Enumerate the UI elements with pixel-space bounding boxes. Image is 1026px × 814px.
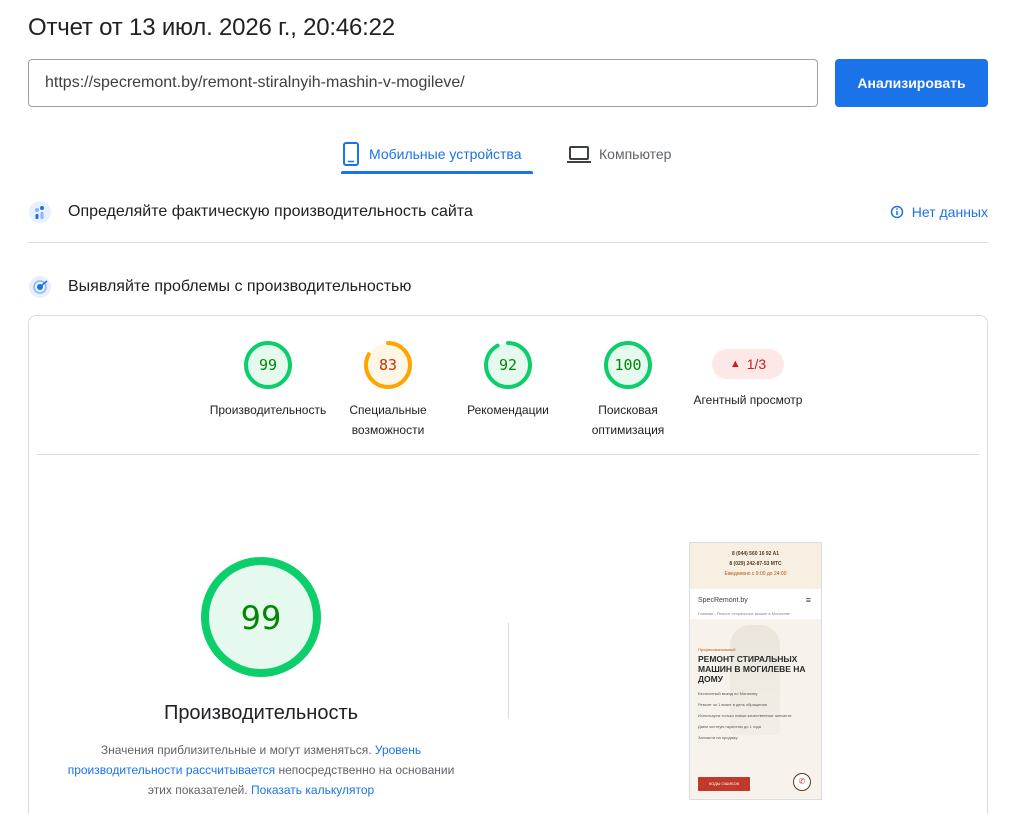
thumb-bullets: Бесплатный выезд по Могилеву Ремонт за 1… xyxy=(698,688,813,743)
performance-big-gauge: 99 xyxy=(201,557,321,677)
no-data-link[interactable]: Нет данных xyxy=(890,197,988,227)
thumb-phone: 8 (029) 242-87-53 МТС xyxy=(729,561,782,567)
score-gauge: 83 xyxy=(364,341,412,389)
laptop-icon xyxy=(567,146,591,163)
thumb-phone: 8 (044) 560 16 92 A1 xyxy=(731,551,780,557)
thumb-bullet: Используем только новые качественные зап… xyxy=(698,713,792,718)
lab-data-section[interactable]: Выявляйте проблемы с производительностью xyxy=(28,272,988,302)
score-gauge: 92 xyxy=(484,341,532,389)
tab-mobile-label: Мобильные устройства xyxy=(369,146,522,162)
thumb-bullet: Ремонт за 1 визит в день обращения xyxy=(698,702,767,707)
score-value: 92 xyxy=(499,356,517,374)
score-best-practices[interactable]: 92 Рекомендации xyxy=(446,340,570,420)
score-accessibility[interactable]: 83 Специальные возможности xyxy=(326,340,450,440)
hamburger-menu-icon: ≡ xyxy=(805,595,811,605)
lab-data-title: Выявляйте проблемы с производительностью xyxy=(68,278,412,295)
performance-note: Значения приблизительные и могут изменят… xyxy=(61,740,461,800)
score-value: 83 xyxy=(379,356,397,374)
info-icon xyxy=(890,205,904,219)
score-gauge: 100 xyxy=(604,341,652,389)
thumb-pretitle: Профессиональный xyxy=(698,647,736,652)
agent-view-value: 1/3 xyxy=(746,356,767,372)
agent-view-badge: ▲ 1/3 xyxy=(712,349,784,379)
smartphone-icon xyxy=(343,142,359,166)
score-label: Рекомендации xyxy=(467,403,549,417)
analyze-button[interactable]: Анализировать xyxy=(835,59,988,107)
thumb-logo: SpecRemont.by xyxy=(698,596,748,604)
thumb-headline: РЕМОНТ СТИРАЛЬНЫХ МАШИН В МОГИЛЕВЕ НА ДО… xyxy=(698,654,806,684)
thumb-bullet: Даем честную гарантию до 1 года xyxy=(698,724,761,729)
field-data-section[interactable]: Определяйте фактическую производительнос… xyxy=(28,197,988,227)
page-screenshot-thumbnail: 8 (044) 560 16 92 A1 8 (029) 242-87-53 М… xyxy=(689,542,822,800)
report-title: Отчет от 13 июл. 2026 г., 20:46:22 xyxy=(28,14,395,41)
thumb-hours: Ежедневно с 9:00 до 24:00 xyxy=(724,571,787,577)
show-calculator-link[interactable]: Показать калькулятор xyxy=(251,783,374,797)
thumb-bullet: Бесплатный выезд по Могилеву xyxy=(698,691,758,696)
thumb-breadcrumb: Главная › Ремонт стиральных машин в Моги… xyxy=(698,611,790,616)
score-seo[interactable]: 100 Поисковая оптимизация xyxy=(566,340,690,440)
thumb-contacts: 8 (044) 560 16 92 A1 8 (029) 242-87-53 М… xyxy=(690,543,821,589)
thumb-hero: Профессиональный РЕМОНТ СТИРАЛЬНЫХ МАШИН… xyxy=(690,619,821,799)
thumb-nav: SpecRemont.by ≡ xyxy=(690,589,821,611)
tab-desktop[interactable]: Компьютер xyxy=(567,134,671,174)
score-label: Производительность xyxy=(209,403,327,417)
score-value: 99 xyxy=(259,356,277,374)
thumb-bullet: Запчасти на продажу xyxy=(698,735,738,740)
score-label: Поисковая оптимизация xyxy=(591,403,665,437)
field-data-icon xyxy=(29,201,51,223)
score-label: Специальные возможности xyxy=(349,403,427,437)
tab-desktop-label: Компьютер xyxy=(599,146,672,162)
performance-title: Производительность xyxy=(163,702,359,724)
phone-call-icon: ✆ xyxy=(793,773,811,791)
lab-data-icon xyxy=(29,276,51,298)
scores-card: 99 Производительность 83 Специальные воз… xyxy=(28,315,988,814)
pagespeed-report: Отчет от 13 июл. 2026 г., 20:46:22 Анали… xyxy=(0,0,1026,814)
field-data-title: Определяйте фактическую производительнос… xyxy=(68,203,473,220)
score-gauge: 99 xyxy=(244,341,292,389)
vertical-separator xyxy=(508,623,509,719)
score-label: Агентный просмотр xyxy=(693,393,803,407)
note-text: Значения приблизительные и могут изменят… xyxy=(100,743,375,757)
no-data-label: Нет данных xyxy=(911,204,988,220)
score-agent-view[interactable]: ▲ 1/3 Агентный просмотр xyxy=(686,340,810,410)
card-divider xyxy=(37,454,979,455)
score-performance[interactable]: 99 Производительность xyxy=(206,340,330,420)
score-value: 100 xyxy=(614,356,641,374)
thumb-cta: КОДЫ ОШИБОК xyxy=(698,777,750,791)
url-input[interactable] xyxy=(28,59,818,107)
section-divider xyxy=(28,242,988,243)
warning-triangle-icon: ▲ xyxy=(729,358,741,370)
performance-score-value: 99 xyxy=(241,599,282,637)
tab-mobile[interactable]: Мобильные устройства xyxy=(341,134,533,174)
